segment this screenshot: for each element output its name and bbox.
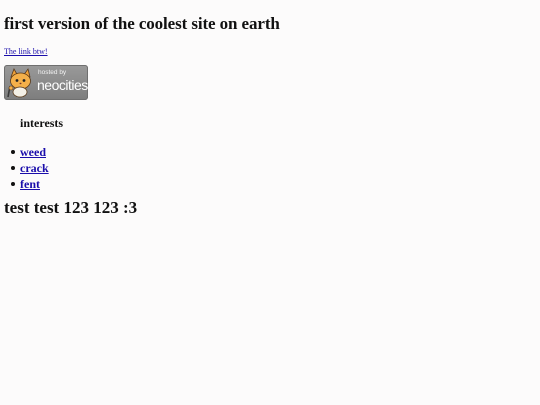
closing-heading: test test 123 123 :3 bbox=[4, 198, 138, 217]
neocities-badge[interactable]: hosted by neocities bbox=[4, 65, 88, 100]
interest-link-fent[interactable]: fent bbox=[20, 177, 40, 191]
interests-heading: interests bbox=[20, 116, 64, 130]
list-item: weed bbox=[11, 144, 540, 160]
page-content: first version of the coolest site on ear… bbox=[4, 0, 540, 218]
bullet-icon bbox=[11, 182, 15, 186]
badge-hosted-label: hosted by bbox=[38, 69, 67, 76]
list-item: crack bbox=[11, 160, 540, 176]
interests-list: weed crack fent bbox=[4, 144, 540, 192]
badge-brand-label: neocities bbox=[37, 77, 88, 93]
interest-link-weed[interactable]: weed bbox=[20, 145, 46, 159]
interest-link-crack[interactable]: crack bbox=[20, 161, 49, 175]
bullet-icon bbox=[11, 166, 15, 170]
list-item: fent bbox=[11, 176, 540, 192]
page-title: first version of the coolest site on ear… bbox=[4, 14, 280, 33]
the-link[interactable]: The link btw! bbox=[4, 47, 48, 57]
neocities-cat-icon bbox=[7, 68, 31, 98]
bullet-icon bbox=[11, 150, 15, 154]
